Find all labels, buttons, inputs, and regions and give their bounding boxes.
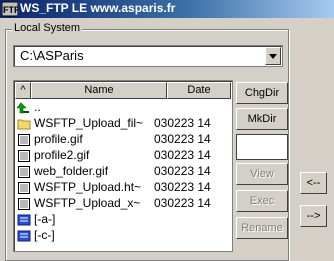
folder-icon	[17, 119, 31, 130]
view-button[interactable]: View	[236, 163, 288, 185]
file-name: WSFTP_Upload_x~	[34, 196, 141, 210]
list-item-file[interactable]: profile2.gif 030223 14	[15, 148, 231, 164]
file-name: WSFTP_Upload_fil~	[34, 116, 144, 130]
file-name: [-a-]	[34, 212, 56, 226]
file-date: 030223 14	[154, 148, 211, 162]
filter-input[interactable]	[236, 134, 288, 160]
image-file-icon	[18, 150, 30, 162]
path-dropdown-button[interactable]	[265, 47, 281, 65]
file-date: 030223 14	[154, 164, 211, 178]
local-path-combo[interactable]: C:\ASParis	[13, 45, 283, 67]
mkdir-button[interactable]: MkDir	[236, 108, 288, 130]
ftp-app-icon: FTP	[2, 1, 18, 17]
file-date: 030223 14	[154, 116, 211, 130]
file-date: 030223 14	[154, 180, 211, 194]
svg-text:FTP: FTP	[3, 5, 18, 15]
image-file-icon	[18, 166, 30, 178]
file-date: 030223 14	[154, 132, 211, 146]
chevron-down-icon	[269, 54, 277, 59]
file-name: profile.gif	[34, 132, 83, 146]
file-date: 030223 14	[154, 196, 211, 210]
list-item-file[interactable]: web_folder.gif 030223 14	[15, 164, 231, 180]
list-item-drive[interactable]: [-c-]	[15, 228, 231, 244]
rename-button[interactable]: Rename	[236, 217, 288, 239]
list-item-drive[interactable]: [-a-]	[15, 212, 231, 228]
file-name: profile2.gif	[34, 148, 90, 162]
image-file-icon	[18, 198, 30, 210]
upload-button[interactable]: -->	[300, 205, 327, 227]
exec-button[interactable]: Exec	[236, 190, 288, 212]
window-title: WS_FTP LE www.asparis.fr	[20, 1, 176, 15]
column-header-up[interactable]: ^	[15, 82, 31, 99]
local-file-list[interactable]: ^ Name Date .. WSFTP_Upload_fil~ 030223 …	[13, 80, 233, 252]
drive-icon	[17, 230, 31, 242]
file-name: WSFTP_Upload.ht~	[34, 180, 142, 194]
local-path-value: C:\ASParis	[20, 48, 84, 63]
drive-icon	[17, 214, 31, 226]
download-button[interactable]: <--	[300, 172, 327, 194]
list-item-file[interactable]: WSFTP_Upload.ht~ 030223 14	[15, 180, 231, 196]
file-name: [-c-]	[34, 228, 55, 242]
chgdir-button[interactable]: ChgDir	[236, 82, 288, 104]
title-bar[interactable]: FTP WS_FTP LE www.asparis.fr	[0, 0, 334, 18]
list-item-folder[interactable]: WSFTP_Upload_fil~ 030223 14	[15, 116, 231, 132]
list-item-file[interactable]: profile.gif 030223 14	[15, 132, 231, 148]
image-file-icon	[18, 134, 30, 146]
file-name: ..	[34, 100, 41, 114]
file-name: web_folder.gif	[34, 164, 109, 178]
local-system-label: Local System	[12, 22, 83, 34]
column-header-date[interactable]: Date	[167, 82, 231, 99]
image-file-icon	[18, 182, 30, 194]
column-header-name[interactable]: Name	[31, 82, 167, 99]
up-arrow-icon	[17, 102, 29, 114]
list-item-parent[interactable]: ..	[15, 100, 231, 116]
list-item-file[interactable]: WSFTP_Upload_x~ 030223 14	[15, 196, 231, 212]
